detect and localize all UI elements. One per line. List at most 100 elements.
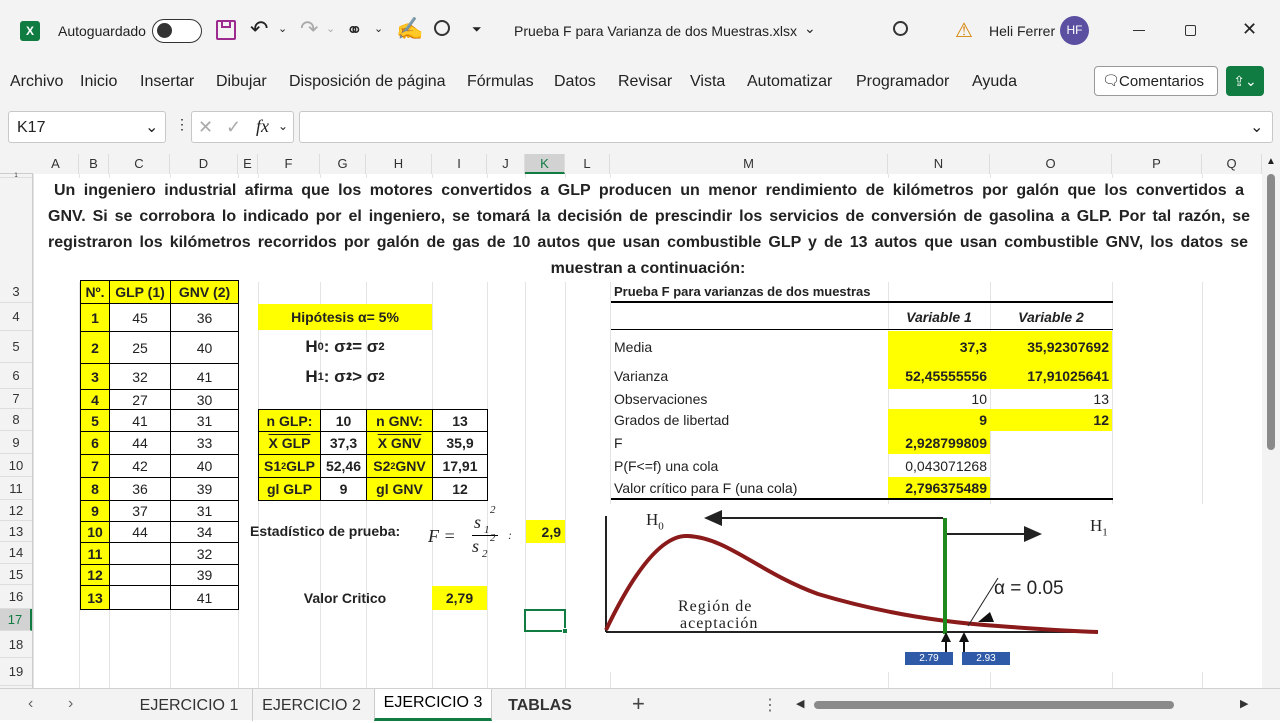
scroll-left-icon[interactable]: ◀ xyxy=(796,697,804,710)
more-icon[interactable]: ⋮ xyxy=(175,116,189,133)
tab-insertar[interactable]: Insertar xyxy=(140,73,194,91)
cancel-icon[interactable]: ✕ xyxy=(198,117,213,138)
link-icon[interactable]: ⚭ xyxy=(346,18,363,43)
row-header-13[interactable]: 13 xyxy=(0,521,32,542)
table-cell-num[interactable]: 4 xyxy=(80,389,110,410)
redo-icon[interactable]: ↷ xyxy=(300,16,318,42)
table-cell-gnv[interactable]: 32 xyxy=(170,542,239,565)
table-cell-gnv[interactable]: 36 xyxy=(170,303,239,332)
table-cell-num[interactable]: 1 xyxy=(80,303,110,332)
critical-value[interactable]: 2,79 xyxy=(432,586,487,610)
table-cell-glp[interactable]: 41 xyxy=(109,409,171,432)
col-header-l[interactable]: L xyxy=(565,154,610,174)
table-cell-num[interactable]: 13 xyxy=(80,585,110,610)
table-cell-num[interactable]: 9 xyxy=(80,500,110,522)
col-header-f[interactable]: F xyxy=(258,154,320,174)
warning-icon[interactable]: ⚠ xyxy=(955,18,973,43)
ftest-row-label[interactable]: F xyxy=(610,431,888,454)
gl-gnv-value[interactable]: 12 xyxy=(432,477,488,501)
table-cell-gnv[interactable]: 34 xyxy=(170,521,239,543)
var-glp-label[interactable]: S1 2 GLP xyxy=(258,454,321,478)
gl-glp-label[interactable]: gl GLP xyxy=(258,477,321,501)
col-header-a[interactable]: A xyxy=(33,154,79,174)
var-gnv-value[interactable]: 17,91 xyxy=(432,454,488,478)
table-cell-num[interactable]: 7 xyxy=(80,454,110,478)
avatar[interactable]: HF xyxy=(1060,16,1089,45)
table-cell-num[interactable]: 11 xyxy=(80,542,110,565)
table-cell-glp[interactable] xyxy=(109,585,171,610)
ftest-row-var2[interactable]: 12 xyxy=(990,409,1112,431)
col-header-p[interactable]: P xyxy=(1112,154,1202,174)
prev-sheet-icon[interactable]: ‹ xyxy=(28,695,33,713)
table-cell-glp[interactable]: 27 xyxy=(109,389,171,410)
draw-icon[interactable]: ✍ xyxy=(396,16,423,42)
mean-glp-value[interactable]: 37,3 xyxy=(320,431,367,455)
close-icon[interactable]: ✕ xyxy=(1242,19,1257,40)
insert-function-icon[interactable]: fx xyxy=(256,116,269,137)
table-cell-gnv[interactable]: 41 xyxy=(170,363,239,390)
row-header-14[interactable]: 14 xyxy=(0,542,32,564)
tab-archivo[interactable]: Archivo xyxy=(10,73,63,91)
mean-gnv-value[interactable]: 35,9 xyxy=(432,431,488,455)
col-header-i[interactable]: I xyxy=(432,154,487,174)
next-sheet-icon[interactable]: › xyxy=(68,695,73,713)
test-stat-value[interactable]: 2,9 xyxy=(526,520,565,543)
ftest-col2-header[interactable]: Variable 2 xyxy=(990,304,1112,330)
row-header-9[interactable]: 9 xyxy=(0,431,32,454)
ftest-row-var2[interactable] xyxy=(990,477,1112,499)
sheet-tab-ejercicio-2[interactable]: EJERCICIO 2 xyxy=(252,689,370,721)
ftest-row-label[interactable]: Observaciones xyxy=(610,389,888,409)
tab-automatizar[interactable]: Automatizar xyxy=(747,73,832,91)
ftest-col1-header[interactable]: Variable 1 xyxy=(888,304,990,330)
col-header-e[interactable]: E xyxy=(238,154,258,174)
ftest-row-var2[interactable]: 17,91025641 xyxy=(990,363,1112,389)
gl-gnv-label[interactable]: gl GNV xyxy=(366,477,433,501)
link-dropdown-icon[interactable]: ⌄ xyxy=(374,22,383,35)
col-header-o[interactable]: O xyxy=(990,154,1112,174)
restore-icon[interactable] xyxy=(1185,25,1196,36)
row-header-12[interactable]: 12 xyxy=(0,500,32,521)
table-cell-num[interactable]: 2 xyxy=(80,331,110,364)
tab-inicio[interactable]: Inicio xyxy=(80,73,117,91)
table-cell-num[interactable]: 12 xyxy=(80,564,110,586)
tab-programador[interactable]: Programador xyxy=(856,73,949,91)
undo-dropdown-icon[interactable]: ⌄ xyxy=(278,22,287,35)
ftest-row-label[interactable]: Varianza xyxy=(610,363,888,389)
n-glp-label[interactable]: n GLP: xyxy=(258,409,321,432)
row-header-6[interactable]: 6 xyxy=(0,363,32,389)
ftest-title[interactable]: Prueba F para varianzas de dos muestras xyxy=(610,280,910,302)
ftest-row-var2[interactable]: 35,92307692 xyxy=(990,331,1112,363)
undo-icon[interactable]: ↶ xyxy=(250,16,268,42)
critical-label[interactable]: Valor Critico xyxy=(258,587,432,609)
share-button[interactable]: ⇪⌄ xyxy=(1226,66,1264,96)
ftest-row-var2[interactable] xyxy=(990,431,1112,454)
ftest-row-label[interactable]: Media xyxy=(610,331,888,363)
var-gnv-label[interactable]: S2 2 GNV xyxy=(366,454,433,478)
col-header-b[interactable]: B xyxy=(79,154,109,174)
row-header-18[interactable]: 18 xyxy=(0,631,32,658)
table-cell-glp[interactable] xyxy=(109,542,171,565)
table-cell-gnv[interactable]: 31 xyxy=(170,500,239,522)
col-header-m[interactable]: M xyxy=(610,154,888,174)
save-icon[interactable] xyxy=(216,20,236,40)
name-box[interactable]: K17 ⌄ xyxy=(8,111,166,143)
tab-dibujar[interactable]: Dibujar xyxy=(216,73,267,91)
user-name[interactable]: Heli Ferrer xyxy=(989,23,1055,39)
table-cell-gnv[interactable]: 39 xyxy=(170,564,239,586)
tab-formulas[interactable]: Fórmulas xyxy=(467,73,534,91)
table-cell-gnv[interactable]: 33 xyxy=(170,431,239,455)
tab-datos[interactable]: Datos xyxy=(554,73,596,91)
sheet-tab-tablas[interactable]: TABLAS xyxy=(496,689,584,721)
row-header-5[interactable]: 5 xyxy=(0,331,32,363)
expand-formula-icon[interactable]: ⌄ xyxy=(1250,117,1263,137)
table-header-num[interactable]: Nº. xyxy=(80,280,110,304)
table-cell-gnv[interactable]: 40 xyxy=(170,454,239,478)
ftest-row-var1[interactable]: 0,043071268 xyxy=(888,454,990,477)
table-cell-glp[interactable]: 42 xyxy=(109,454,171,478)
row-header-15[interactable]: 15 xyxy=(0,564,32,585)
horizontal-scrollbar[interactable]: ◀ ▶ xyxy=(796,698,1256,712)
vertical-scroll-thumb[interactable] xyxy=(1267,174,1275,450)
table-header-gnv[interactable]: GNV (2) xyxy=(170,280,239,304)
scroll-right-icon[interactable]: ▶ xyxy=(1240,697,1248,710)
var-glp-value[interactable]: 52,46 xyxy=(320,454,367,478)
